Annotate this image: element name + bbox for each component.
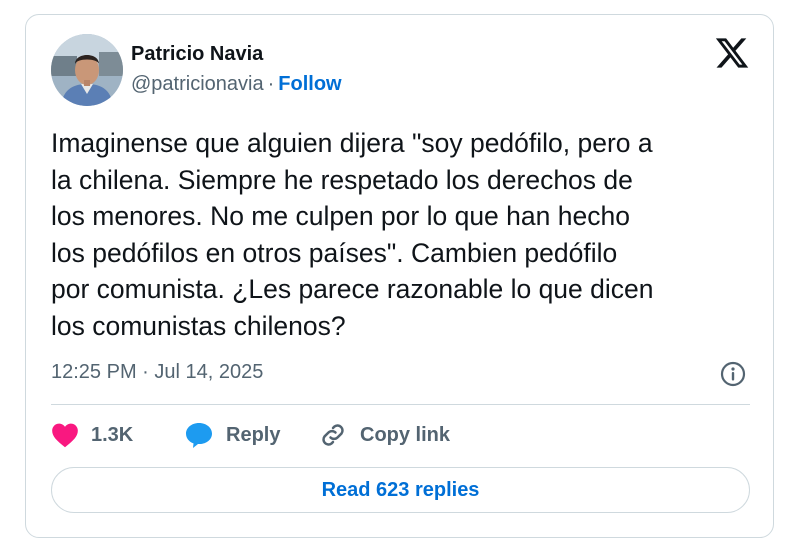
author-name[interactable]: Patricio Navia <box>131 43 263 66</box>
like-button[interactable]: 1.3K <box>51 419 133 451</box>
author-handle-row: @patricionavia · Follow <box>131 73 342 96</box>
handle-separator: · <box>267 73 275 95</box>
tweet-timestamp[interactable]: 12:25 PM · Jul 14, 2025 <box>51 361 263 384</box>
read-replies-button[interactable]: Read 623 replies <box>51 467 750 513</box>
follow-button[interactable]: Follow <box>278 73 341 95</box>
x-logo-icon[interactable] <box>714 35 750 71</box>
heart-icon <box>52 423 78 448</box>
copy-link-label: Copy link <box>360 423 451 446</box>
divider <box>51 404 750 405</box>
tweet-card: Patricio Navia @patricionavia · Follow Ima… <box>25 14 774 538</box>
speech-bubble-icon <box>186 423 212 448</box>
reply-label: Reply <box>226 423 281 446</box>
info-icon[interactable] <box>719 360 747 388</box>
link-icon <box>322 424 344 446</box>
author-handle[interactable]: @patricionavia <box>131 73 264 95</box>
like-count: 1.3K <box>91 423 134 446</box>
tweet-text: Imaginense que alguien dijera "soy pedóf… <box>51 128 654 341</box>
copy-link-button[interactable]: Copy link <box>318 419 450 451</box>
reply-button[interactable]: Reply <box>184 419 280 451</box>
author-avatar[interactable] <box>51 34 123 106</box>
